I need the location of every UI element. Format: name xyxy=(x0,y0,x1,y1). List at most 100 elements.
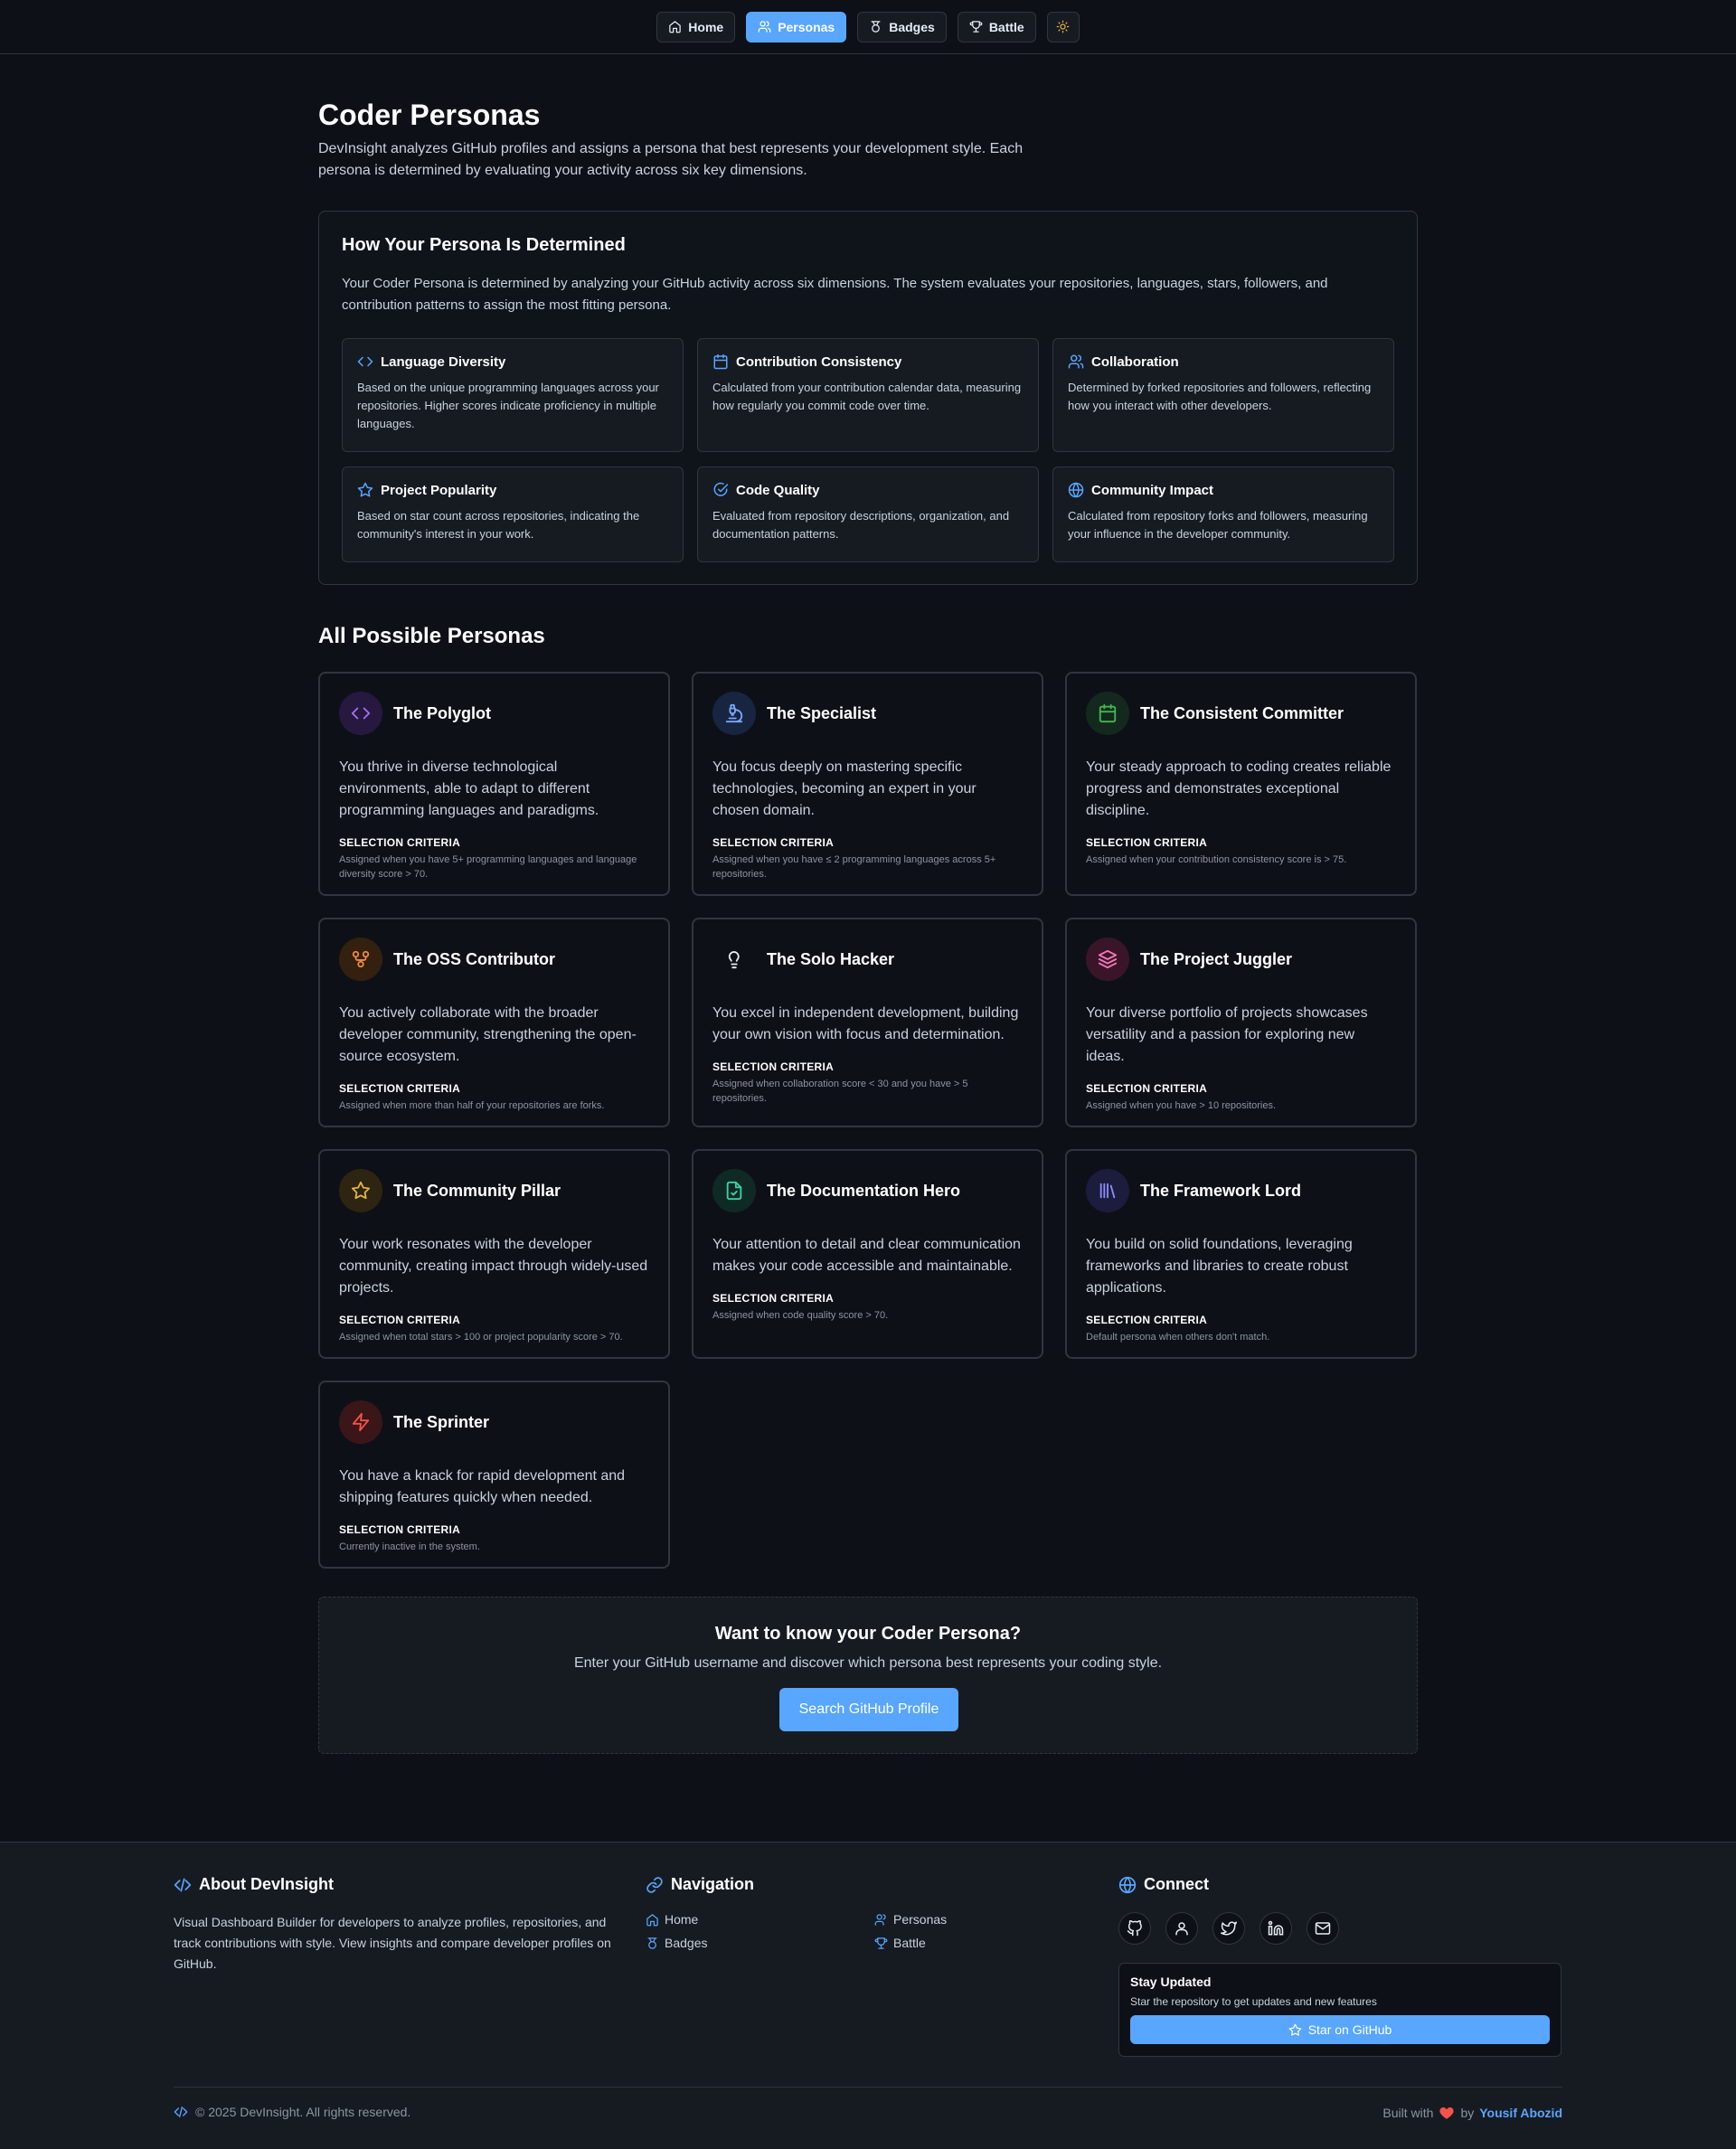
code-icon xyxy=(174,1878,192,1891)
profile-link[interactable] xyxy=(1165,1912,1198,1945)
nav-home-label: Home xyxy=(688,19,724,34)
persona-icon-badge xyxy=(712,692,756,735)
footer-link-label: Personas xyxy=(893,1912,948,1927)
persona-card: The Project Juggler Your diverse portfol… xyxy=(1065,918,1417,1127)
nav-personas-label: Personas xyxy=(778,19,835,34)
criteria-label: SELECTION CRITERIA xyxy=(1086,1314,1208,1326)
file-check-icon xyxy=(726,1181,742,1201)
criteria-label: SELECTION CRITERIA xyxy=(712,1292,835,1305)
layers-icon xyxy=(1098,949,1118,969)
dimensions-grid: Language Diversity Based on the unique p… xyxy=(342,338,1394,562)
footer-about: About DevInsight Visual Dashboard Builde… xyxy=(174,1875,617,1975)
persona-name: The Documentation Hero xyxy=(767,1181,961,1200)
nav-personas-button[interactable]: Personas xyxy=(746,11,847,42)
nav-battle-button[interactable]: Battle xyxy=(957,11,1036,42)
dimension-text: Based on star count across repositories,… xyxy=(357,509,640,541)
github-icon xyxy=(1127,1920,1142,1937)
persona-name: The Project Juggler xyxy=(1140,949,1293,968)
trophy-icon xyxy=(874,1937,888,1949)
dimension-text: Based on the unique programming language… xyxy=(357,381,659,430)
persona-criteria: Assigned when you have > 10 repositories… xyxy=(1086,1100,1277,1111)
persona-criteria: Assigned when code quality score > 70. xyxy=(712,1310,889,1321)
author-link[interactable]: Yousif Abozid xyxy=(1479,2106,1562,2120)
nav-home-button[interactable]: Home xyxy=(656,11,736,42)
persona-card: The Consistent Committer Your steady app… xyxy=(1065,672,1417,896)
star-icon xyxy=(357,482,373,497)
persona-description: Your diverse portfolio of projects showc… xyxy=(1086,1005,1368,1064)
footer-link-personas[interactable]: Personas xyxy=(874,1912,1103,1927)
copyright: © 2025 DevInsight. All rights reserved. xyxy=(174,2105,410,2119)
persona-criteria: Assigned when you have ≤ 2 programming l… xyxy=(712,854,996,880)
persona-description: You thrive in diverse technological envi… xyxy=(339,759,599,818)
users-icon xyxy=(758,21,771,33)
footer-link-badges[interactable]: Badges xyxy=(646,1936,874,1950)
star-on-github-button[interactable]: Star on GitHub xyxy=(1130,2015,1550,2044)
calendar-icon xyxy=(713,353,728,370)
persona-card: The OSS Contributor You actively collabo… xyxy=(318,918,670,1127)
nav-badges-label: Badges xyxy=(889,19,935,34)
persona-icon-badge xyxy=(339,692,382,735)
persona-icon-badge xyxy=(339,1400,382,1444)
page-title: Coder Personas xyxy=(318,99,541,131)
dimension-title: Language Diversity xyxy=(381,353,506,370)
persona-name: The Specialist xyxy=(767,703,877,722)
email-link[interactable] xyxy=(1307,1912,1339,1945)
persona-name: The Sprinter xyxy=(393,1412,490,1431)
criteria-label: SELECTION CRITERIA xyxy=(1086,1082,1208,1095)
search-github-profile-button[interactable]: Search GitHub Profile xyxy=(779,1688,958,1731)
persona-card: The Specialist You focus deeply on maste… xyxy=(692,672,1043,896)
footer-link-battle[interactable]: Battle xyxy=(874,1936,1103,1950)
find-persona-cta: Want to know your Coder Persona? Enter y… xyxy=(318,1597,1418,1754)
nav-badges-button[interactable]: Badges xyxy=(857,11,947,42)
criteria-label: SELECTION CRITERIA xyxy=(339,1523,461,1536)
code-icon xyxy=(174,2107,188,2117)
dimension-text: Evaluated from repository descriptions, … xyxy=(712,509,1010,541)
persona-criteria: Currently inactive in the system. xyxy=(339,1541,480,1552)
heart-icon xyxy=(1439,2107,1455,2119)
persona-icon-badge xyxy=(712,1169,756,1212)
persona-card: The Sprinter You have a knack for rapid … xyxy=(318,1381,670,1569)
linkedin-icon xyxy=(1268,1920,1284,1936)
medal-icon xyxy=(647,1937,657,1949)
footer-link-home[interactable]: Home xyxy=(646,1912,874,1927)
dimension-text: Calculated from your contribution calend… xyxy=(712,381,1022,412)
footer-link-label: Battle xyxy=(893,1936,926,1950)
microscope-icon xyxy=(725,703,743,723)
dimension-text: Determined by forked repositories and fo… xyxy=(1068,381,1372,412)
criteria-label: SELECTION CRITERIA xyxy=(339,836,461,849)
user-icon xyxy=(1175,1922,1188,1936)
mail-icon xyxy=(1315,1922,1331,1935)
stay-updated-text: Star the repository to get updates and n… xyxy=(1130,1995,1377,2008)
copyright-text: © 2025 DevInsight. All rights reserved. xyxy=(195,2105,411,2119)
personas-grid: The Polyglot You thrive in diverse techn… xyxy=(318,672,1418,1569)
dimension-card: Project Popularity Based on star count a… xyxy=(342,467,684,562)
dimension-title: Contribution Consistency xyxy=(736,353,902,370)
persona-name: The Polyglot xyxy=(393,703,491,722)
persona-name: The Solo Hacker xyxy=(767,949,895,968)
built-with: Built with by Yousif Abozid xyxy=(1382,2105,1562,2121)
persona-description: Your attention to detail and clear commu… xyxy=(712,1237,1021,1274)
code-icon xyxy=(357,356,373,367)
github-link[interactable] xyxy=(1118,1912,1151,1945)
globe-icon xyxy=(1118,1876,1137,1893)
top-navigation: Home Personas Badges Battle xyxy=(0,0,1736,54)
persona-card: The Polyglot You thrive in diverse techn… xyxy=(318,672,670,896)
calendar-icon xyxy=(1099,703,1117,723)
stay-updated-box: Stay Updated Star the repository to get … xyxy=(1118,1963,1561,2057)
check-circle-icon xyxy=(713,482,729,496)
link-icon xyxy=(646,1876,663,1893)
twitter-icon xyxy=(1221,1921,1237,1936)
persona-icon-badge xyxy=(339,938,382,981)
dimension-card: Contribution Consistency Calculated from… xyxy=(697,338,1039,452)
footer-connect: Connect Stay Updated Star the repository… xyxy=(1118,1875,1561,2057)
linkedin-link[interactable] xyxy=(1260,1912,1292,1945)
dimension-card: Code Quality Evaluated from repository d… xyxy=(697,467,1039,562)
page-description: DevInsight analyzes GitHub profiles and … xyxy=(318,141,1024,178)
twitter-link[interactable] xyxy=(1212,1912,1245,1945)
personas-section-title: All Possible Personas xyxy=(318,624,545,648)
theme-toggle-button[interactable] xyxy=(1046,11,1080,42)
about-text: Visual Dashboard Builder for developers … xyxy=(174,1915,611,1971)
dimension-title: Collaboration xyxy=(1091,353,1179,370)
footer-link-label: Home xyxy=(665,1912,699,1927)
users-icon xyxy=(874,1913,886,1926)
